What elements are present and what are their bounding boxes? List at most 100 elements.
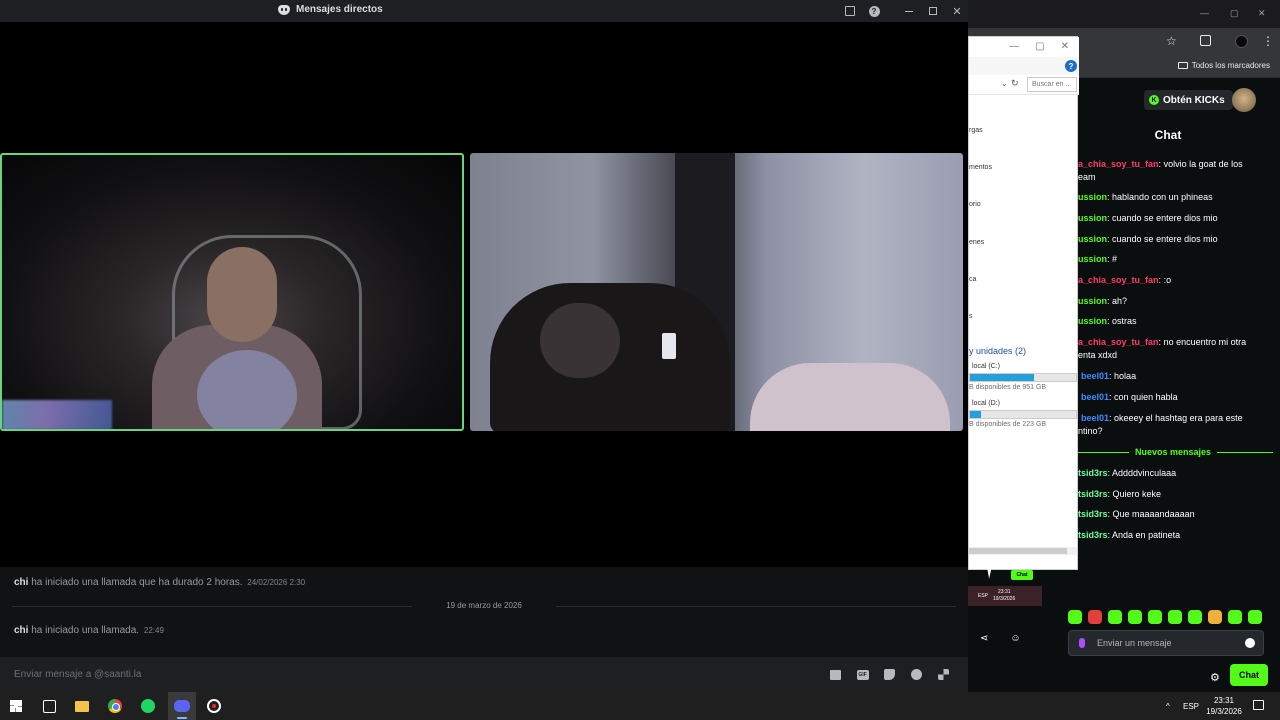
nav-item[interactable]: s	[969, 313, 973, 320]
chat-message: beel01: con quien habla	[1081, 392, 1178, 402]
extensions-icon[interactable]	[1200, 35, 1211, 46]
nav-item[interactable]: orio	[969, 201, 981, 208]
explorer-scrollbar[interactable]	[969, 547, 1077, 555]
discord-logo-icon	[278, 4, 290, 15]
help-icon[interactable]: ?	[1065, 60, 1077, 72]
inbox-icon[interactable]	[842, 3, 858, 19]
menu-icon[interactable]: ⋮	[1262, 34, 1274, 48]
refresh-icon[interactable]: ↻	[1011, 78, 1019, 89]
nav-item[interactable]: rgas	[969, 127, 983, 134]
chat-input[interactable]: Enviar un mensaje	[1068, 630, 1264, 656]
call-log-message: chi ha iniciado una llamada que ha durad…	[14, 577, 305, 588]
emote-icon[interactable]	[1168, 610, 1182, 624]
all-bookmarks-button[interactable]: Todos los marcadores	[1177, 61, 1270, 70]
windows-logo-icon	[10, 700, 22, 712]
emote-icon[interactable]	[1248, 610, 1262, 624]
explorer-close-button[interactable]: ✕	[1061, 41, 1069, 52]
emoji-picker-icon[interactable]	[1245, 638, 1255, 648]
explorer-minimize-button[interactable]: —	[1009, 41, 1019, 52]
spotify-icon[interactable]	[138, 696, 158, 716]
gift-icon[interactable]	[829, 668, 842, 681]
nav-item[interactable]: mentos	[969, 164, 992, 171]
message-composer[interactable]: Enviar mensaje a @saanti.la GIF	[0, 657, 968, 692]
gear-icon[interactable]: ⚙	[1210, 671, 1220, 684]
emote-icon[interactable]	[1128, 610, 1142, 624]
help-icon[interactable]: ?	[866, 3, 882, 19]
nav-item[interactable]: ca	[969, 276, 976, 283]
microphone-icon[interactable]	[1079, 638, 1085, 648]
user-avatar[interactable]	[1232, 88, 1256, 112]
windows-taskbar: ^ ESP 23:31 19/3/2026	[0, 692, 1280, 720]
discord-icon[interactable]	[172, 696, 192, 716]
drive-d-free: B disponibles de 223 GB	[969, 421, 1047, 428]
emote-icon[interactable]	[1208, 610, 1222, 624]
language-indicator[interactable]: ESP	[1183, 692, 1199, 720]
sticker-icon[interactable]	[883, 668, 896, 681]
explorer-maximize-button[interactable]: ▢	[1035, 41, 1044, 52]
emote-icon[interactable]	[1188, 610, 1202, 624]
emote-icon[interactable]	[1088, 610, 1102, 624]
gif-icon[interactable]: GIF	[856, 668, 869, 681]
explorer-search-input[interactable]: Buscar en ...	[1027, 77, 1077, 92]
video-tile[interactable]	[470, 153, 963, 431]
voice-call-area	[0, 22, 968, 567]
get-kicks-label: Obtén KICKs	[1163, 94, 1225, 106]
scrollbar-thumb[interactable]	[969, 548, 1067, 554]
chrome-icon[interactable]	[105, 696, 125, 716]
emote-icon[interactable]	[1228, 610, 1242, 624]
chat-message: a_chia_soy_tu_fan: volvio la goat de los	[1078, 159, 1243, 169]
bookmark-star-icon[interactable]: ☆	[1166, 34, 1177, 48]
chat-message: ussion: cuando se entere dios mio	[1078, 213, 1218, 223]
send-chat-button[interactable]: Chat	[1230, 664, 1268, 686]
window-title: Mensajes directos	[278, 4, 383, 15]
message-author[interactable]: chi	[14, 625, 28, 636]
apps-icon[interactable]	[937, 668, 950, 681]
drive-c-usage-bar	[969, 373, 1077, 382]
explorer-titlebar: — ▢ ✕	[969, 37, 1079, 57]
chat-message: ussion: ah?	[1078, 296, 1128, 306]
tray-overflow-icon[interactable]: ^	[1166, 692, 1170, 720]
drive-d-label[interactable]: local (D:)	[972, 400, 1000, 407]
emoji-icon[interactable]	[910, 668, 923, 681]
notifications-icon[interactable]	[1253, 700, 1264, 710]
share-icon[interactable]: ⋖	[980, 633, 988, 644]
kick-logo-icon: K	[1149, 95, 1159, 105]
follow-icon[interactable]: ☺	[1010, 633, 1020, 644]
system-clock[interactable]: 23:31 19/3/2026	[1202, 695, 1246, 717]
file-explorer-icon[interactable]	[72, 696, 92, 716]
recorder-icon[interactable]	[204, 696, 224, 716]
message-input[interactable]: Enviar mensaje a @saanti.la	[14, 669, 141, 680]
profile-avatar[interactable]	[1235, 35, 1248, 48]
message-author[interactable]: chi	[14, 577, 28, 588]
close-button[interactable]: ✕	[949, 3, 965, 19]
maximize-button[interactable]	[925, 3, 941, 19]
browser-close-button[interactable]: ✕	[1258, 8, 1266, 19]
all-bookmarks-label: Todos los marcadores	[1191, 61, 1270, 70]
discord-window: Mensajes directos ? ✕ chi ha iniciado un…	[0, 0, 968, 692]
browser-maximize-button[interactable]: ▢	[1230, 8, 1239, 19]
explorer-window-controls: — ▢ ✕	[1009, 41, 1069, 52]
task-view-icon[interactable]	[39, 696, 59, 716]
emote-bar	[1068, 610, 1262, 624]
message-text: ha iniciado una llamada que ha durado 2 …	[31, 577, 243, 588]
drive-c-label[interactable]: local (C:)	[972, 363, 1000, 370]
mini-time: 23:31	[998, 589, 1011, 595]
video-frame-detail	[540, 303, 620, 378]
emote-icon[interactable]	[1148, 610, 1162, 624]
chat-input-placeholder[interactable]: Enviar un mensaje	[1097, 638, 1245, 648]
browser-minimize-button[interactable]: —	[1200, 8, 1209, 18]
mini-date: 19/3/2026	[993, 596, 1016, 602]
start-button[interactable]	[6, 696, 26, 716]
discord-titlebar: Mensajes directos ? ✕	[0, 0, 968, 22]
emote-icon[interactable]	[1108, 610, 1122, 624]
minimize-button[interactable]	[901, 3, 917, 19]
drive-c-usage-fill	[970, 374, 1034, 381]
mini-taskbar-preview: ESP 23:31 19/3/2026	[968, 586, 1042, 606]
video-tile-speaking[interactable]	[0, 153, 464, 431]
chevron-down-icon[interactable]: ⌄	[1001, 79, 1008, 88]
chat-message: tsid3rs: Addddvinculaaa	[1078, 468, 1177, 478]
message-text: ha iniciado una llamada.	[31, 625, 140, 636]
nav-item[interactable]: enes	[969, 239, 984, 246]
get-kicks-button[interactable]: K Obtén KICKs	[1144, 90, 1233, 110]
emote-icon[interactable]	[1068, 610, 1082, 624]
